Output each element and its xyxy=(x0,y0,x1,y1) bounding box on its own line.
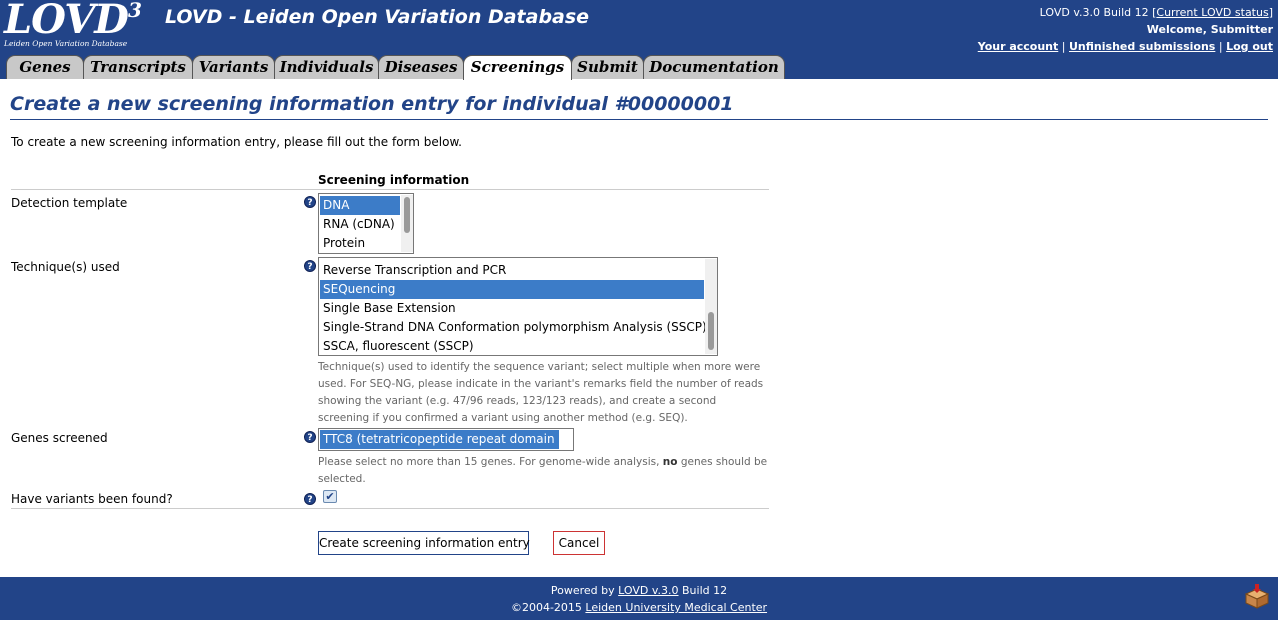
detection-template-label: Detection template xyxy=(11,196,128,210)
option-dna[interactable]: DNA xyxy=(320,196,400,215)
logo-subtitle: Leiden Open Variation Database xyxy=(4,39,128,48)
lovd-version-link[interactable]: LOVD v.3.0 xyxy=(618,584,678,597)
genes-screened-label: Genes screened xyxy=(11,431,108,445)
tab-individuals[interactable]: Individuals xyxy=(274,55,379,79)
divider xyxy=(11,508,769,509)
intro-text: To create a new screening information en… xyxy=(11,135,462,149)
main-tabs: Genes Transcripts Variants Individuals D… xyxy=(6,55,796,80)
logo-version: 3 xyxy=(128,0,142,22)
build-text: Build 12 xyxy=(682,584,728,597)
scrollbar-thumb[interactable] xyxy=(708,312,714,350)
lumc-link[interactable]: Leiden University Medical Center xyxy=(585,601,767,614)
genes-hint-text: Please select no more than 15 genes. For… xyxy=(318,456,660,468)
cancel-button[interactable]: Cancel xyxy=(553,531,605,555)
tab-documentation[interactable]: Documentation xyxy=(643,55,785,79)
scrollbar[interactable] xyxy=(401,195,413,252)
lovd-logo[interactable]: LOVD 3 Leiden Open Variation Database xyxy=(4,0,146,50)
option-single-base-extension[interactable]: Single Base Extension xyxy=(320,299,704,318)
create-entry-button[interactable]: Create screening information entry xyxy=(318,531,530,555)
unfinished-submissions-link[interactable]: Unfinished submissions xyxy=(1069,40,1215,53)
powered-by-text: Powered by xyxy=(550,584,615,597)
divider xyxy=(11,189,769,190)
tab-genes[interactable]: Genes xyxy=(6,55,84,79)
technique-select[interactable]: Reverse Transcription and PCR SEQuencing… xyxy=(318,257,718,356)
logo-text: LOVD xyxy=(4,0,129,43)
version-close: ] xyxy=(1268,6,1273,19)
link-separator: | xyxy=(1218,40,1223,53)
app-title: LOVD - Leiden Open Variation Database xyxy=(165,6,590,28)
tab-submit[interactable]: Submit xyxy=(571,55,644,79)
account-links: Your account | Unfinished submissions | … xyxy=(978,38,1273,55)
option-rt-pcr[interactable]: Reverse Transcription and PCR xyxy=(320,261,704,280)
technique-label: Technique(s) used xyxy=(11,260,120,274)
detection-template-select[interactable]: DNA RNA (cDNA) Protein xyxy=(318,193,414,254)
help-icon[interactable]: ? xyxy=(304,493,316,505)
option-protein[interactable]: Protein xyxy=(320,234,400,253)
copyright-text: ©2004-2015 xyxy=(510,601,582,614)
help-icon[interactable]: ? xyxy=(304,431,316,443)
genes-hint-bold: no xyxy=(662,456,678,468)
scrollbar[interactable] xyxy=(705,259,717,354)
technique-hint: Technique(s) used to identify the sequen… xyxy=(318,361,764,424)
version-text: LOVD v.3.0 Build 12 [ xyxy=(1039,6,1157,19)
scrollbar-thumb[interactable] xyxy=(404,197,410,233)
your-account-link[interactable]: Your account xyxy=(978,40,1059,53)
current-status-link[interactable]: Current LOVD status xyxy=(1156,6,1268,19)
genes-hint: Please select no more than 15 genes. For… xyxy=(318,454,770,488)
logout-link[interactable]: Log out xyxy=(1226,40,1273,53)
variants-found-label: Have variants been found? xyxy=(11,492,173,506)
header-bar: LOVD 3 Leiden Open Variation Database LO… xyxy=(0,0,1278,80)
footer: Powered by LOVD v.3.0 Build 12 ©2004-201… xyxy=(0,577,1278,620)
checkmark-icon: ✔ xyxy=(325,490,335,503)
header-user-panel: LOVD v.3.0 Build 12 [Current LOVD status… xyxy=(978,4,1273,55)
welcome-text: Welcome, Submitter xyxy=(1146,23,1273,36)
option-sscp[interactable]: Single-Strand DNA Conformation polymorph… xyxy=(320,318,707,337)
powered-by-line: Powered by LOVD v.3.0 Build 12 xyxy=(0,582,1278,599)
page-title: Create a new screening information entry… xyxy=(10,93,1268,120)
tab-diseases[interactable]: Diseases xyxy=(378,55,464,79)
tab-screenings[interactable]: Screenings xyxy=(463,55,572,80)
option-rna[interactable]: RNA (cDNA) xyxy=(320,215,400,234)
section-heading: Screening information xyxy=(318,173,470,187)
package-icon[interactable] xyxy=(1244,583,1270,609)
option-sequencing[interactable]: SEQuencing xyxy=(320,280,704,299)
option-ssca-fluorescent[interactable]: SSCA, fluorescent (SSCP) xyxy=(320,337,704,355)
variants-found-checkbox[interactable]: ✔ xyxy=(323,490,337,503)
version-line: LOVD v.3.0 Build 12 [Current LOVD status… xyxy=(978,4,1273,21)
option-ttc8[interactable]: TTC8 (tetratricopeptide repeat domain 8) xyxy=(320,430,571,449)
help-icon[interactable]: ? xyxy=(304,260,316,272)
help-icon[interactable]: ? xyxy=(304,196,316,208)
tab-transcripts[interactable]: Transcripts xyxy=(83,55,193,79)
genes-screened-select[interactable]: TTC8 (tetratricopeptide repeat domain 8) xyxy=(318,428,574,451)
tab-variants[interactable]: Variants xyxy=(192,55,275,79)
copyright-line: ©2004-2015 Leiden University Medical Cen… xyxy=(0,599,1278,616)
link-separator: | xyxy=(1061,40,1066,53)
